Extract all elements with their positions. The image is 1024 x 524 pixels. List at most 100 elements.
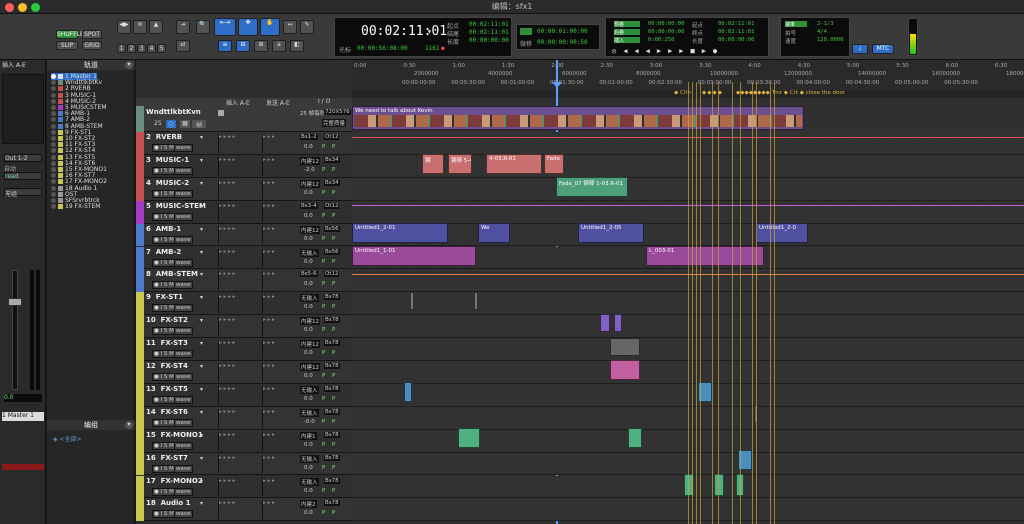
output-select[interactable]: Bs78: [324, 317, 340, 324]
solo-button[interactable]: ● I S M: [152, 464, 176, 473]
spot-mode-button[interactable]: SPOT: [82, 30, 102, 39]
insert-slots[interactable]: ▸ ▸ ▸ ▸: [218, 431, 262, 451]
input-select[interactable]: 内建12: [300, 340, 320, 349]
volume-value[interactable]: -2.0: [304, 167, 315, 173]
send-slots[interactable]: ▸ ▸ ▸: [262, 385, 296, 405]
input-select[interactable]: 无输入: [300, 248, 319, 257]
fx-clip[interactable]: [714, 474, 724, 496]
amb-clip[interactable]: Untitled1_2-05: [578, 223, 644, 243]
volume-value[interactable]: 0.0: [304, 213, 313, 219]
track-header-amb-2[interactable]: 7 AMB-2 ▾ ● I S Mwave ▸ ▸ ▸ ▸ ▸ ▸ ▸ 无输入 Bs56 0.…: [136, 246, 352, 270]
track-header-fx-st7[interactable]: 16 FX-ST7 ▾ ● I S Mwave ▸ ▸ ▸ ▸ ▸ ▸ ▸ 无输入 Bs78…: [136, 452, 352, 476]
track-header-amb-1[interactable]: 6 AMB-1 ▾ ● I S Mwave ▸ ▸ ▸ ▸ ▸ ▸ ▸ 内建12 Bs56 0…: [136, 223, 352, 247]
shuffle-mode-button[interactable]: SHUFFLE: [56, 30, 84, 39]
volume-value[interactable]: 0.0: [304, 259, 313, 265]
output-select[interactable]: Bs78: [324, 431, 340, 438]
trim-tool-icon[interactable]: ⇤⇥: [214, 18, 236, 36]
playhead-handle-icon[interactable]: [552, 82, 562, 88]
link-icon[interactable]: ⇄: [176, 40, 190, 52]
volume-value[interactable]: 0.0: [304, 327, 313, 333]
volume-value[interactable]: 0.0: [304, 396, 313, 402]
input-select[interactable]: Bs5-6: [300, 271, 318, 278]
video-dropdown-icon[interactable]: [218, 110, 224, 116]
main-counter-display[interactable]: 00:02:11:01 ▾ 光标 00:00:56:08:00 1161 ● 起…: [334, 17, 512, 57]
pan-right-icon[interactable]: P: [332, 236, 335, 242]
volume-fader-handle[interactable]: [8, 298, 22, 306]
slip-mode-button[interactable]: SLIP: [56, 41, 78, 50]
pan-right-icon[interactable]: P: [332, 190, 335, 196]
output-select[interactable]: Ot12: [324, 134, 340, 140]
input-select[interactable]: 无输入: [300, 408, 319, 417]
track-view-select[interactable]: wave: [174, 487, 193, 496]
input-select[interactable]: Bs1-2: [300, 134, 318, 140]
track-view-select[interactable]: wave: [174, 212, 193, 221]
track-view-select[interactable]: wave: [174, 418, 193, 427]
input-select[interactable]: 无输入: [300, 294, 319, 303]
volume-value[interactable]: 0.0: [304, 488, 313, 494]
insert-slots[interactable]: ▸ ▸ ▸ ▸: [218, 477, 262, 497]
input-select[interactable]: 内建12: [300, 225, 320, 234]
volume-value[interactable]: 0.0: [304, 442, 313, 448]
track-menu-icon[interactable]: ▾: [200, 386, 203, 393]
close-window-icon[interactable]: [5, 2, 14, 12]
input-select[interactable]: 无输入: [300, 477, 319, 486]
pan-right-icon[interactable]: P: [332, 213, 335, 219]
pan-right-icon[interactable]: P: [332, 419, 335, 425]
amb-clip[interactable]: We: [478, 223, 510, 243]
pan-right-icon[interactable]: P: [332, 304, 335, 310]
pan-left-icon[interactable]: P: [322, 281, 325, 287]
solo-button[interactable]: ● I S M: [152, 327, 176, 336]
track-menu-icon[interactable]: ▾: [200, 134, 203, 141]
pencil-tool-icon[interactable]: ✎: [300, 20, 314, 34]
track-menu-icon[interactable]: ▾: [200, 294, 203, 301]
output-select[interactable]: Bs78: [324, 408, 340, 415]
fx-clip[interactable]: [404, 382, 412, 402]
track-menu-icon[interactable]: ▾: [200, 340, 203, 347]
insert-slots[interactable]: ▸ ▸ ▸ ▸: [218, 385, 262, 405]
track-view-select[interactable]: wave: [174, 441, 193, 450]
send-slots[interactable]: ▸ ▸ ▸: [262, 317, 296, 337]
volume-value[interactable]: 0.0: [304, 144, 313, 150]
send-slots[interactable]: ▸ ▸ ▸: [262, 431, 296, 451]
track-view-select[interactable]: wave: [174, 373, 193, 381]
insert-slots[interactable]: ▸ ▸ ▸ ▸: [218, 179, 262, 199]
track-menu-icon[interactable]: ▾: [200, 432, 203, 439]
insert-slots[interactable]: ▸ ▸ ▸ ▸: [218, 271, 262, 291]
selector-tool-icon[interactable]: ✥: [238, 18, 258, 36]
output-select[interactable]: Out 1-2: [4, 154, 42, 162]
pan-right-icon[interactable]: P: [332, 144, 335, 150]
track-list-item[interactable]: 19 FX-STEM: [51, 203, 100, 210]
counter-dropdown-icon[interactable]: ▾: [427, 27, 432, 36]
zoom-preset-5[interactable]: 5: [157, 44, 166, 53]
waveform-zoom-icon[interactable]: ≋: [133, 20, 147, 34]
track-view-select[interactable]: wave: [174, 464, 193, 473]
track-view-select[interactable]: wave: [174, 350, 193, 359]
track-header-amb-stem[interactable]: 8 AMB-STEM ▾ ● I S Mwave ▸ ▸ ▸ ▸ ▸ ▸ ▸ Bs5-6 O…: [136, 269, 352, 293]
zoom-in-icon[interactable]: ▲: [149, 20, 163, 34]
music-clip[interactable]: Fade_07 钢琴 1-03.R-01: [556, 177, 628, 197]
solo-button[interactable]: ● I S M: [152, 235, 176, 244]
track-menu-icon[interactable]: ▾: [200, 157, 203, 164]
pan-right-icon[interactable]: P: [332, 350, 335, 356]
pan-right-icon[interactable]: P: [332, 488, 335, 494]
pan-right-icon[interactable]: P: [332, 442, 335, 448]
pan-left-icon[interactable]: P: [322, 259, 325, 265]
volume-value[interactable]: 0.0: [304, 373, 313, 379]
send-slots[interactable]: ▸ ▸ ▸: [262, 134, 296, 153]
insert-slots[interactable]: ▸ ▸ ▸ ▸: [218, 340, 262, 359]
grid-nudge-display[interactable]: 00:00:01:00:00 微移 00:00:00:00:50: [516, 24, 600, 50]
output-select[interactable]: Bs78: [324, 385, 340, 392]
mirror-icon[interactable]: ⊟: [236, 40, 250, 52]
send-slots[interactable]: ▸ ▸ ▸: [262, 271, 296, 291]
volume-value[interactable]: 0.0: [304, 465, 313, 471]
music-clip[interactable]: 钢: [422, 154, 444, 174]
input-select[interactable]: Bs3-4: [300, 202, 318, 209]
pan-left-icon[interactable]: P: [322, 213, 325, 219]
send-slots[interactable]: ▸ ▸ ▸: [262, 179, 296, 199]
zoomer-tool-icon[interactable]: 🔍: [196, 20, 210, 34]
track-menu-icon[interactable]: ▾: [200, 249, 203, 256]
input-select[interactable]: 内建12: [300, 179, 320, 188]
output-select[interactable]: Bs78: [324, 363, 340, 369]
track-header-fx-st2[interactable]: 10 FX-ST2 ▾ ● I S Mwave ▸ ▸ ▸ ▸ ▸ ▸ ▸ 内建12 Bs7…: [136, 315, 352, 339]
output-select[interactable]: Bs34: [324, 179, 340, 186]
